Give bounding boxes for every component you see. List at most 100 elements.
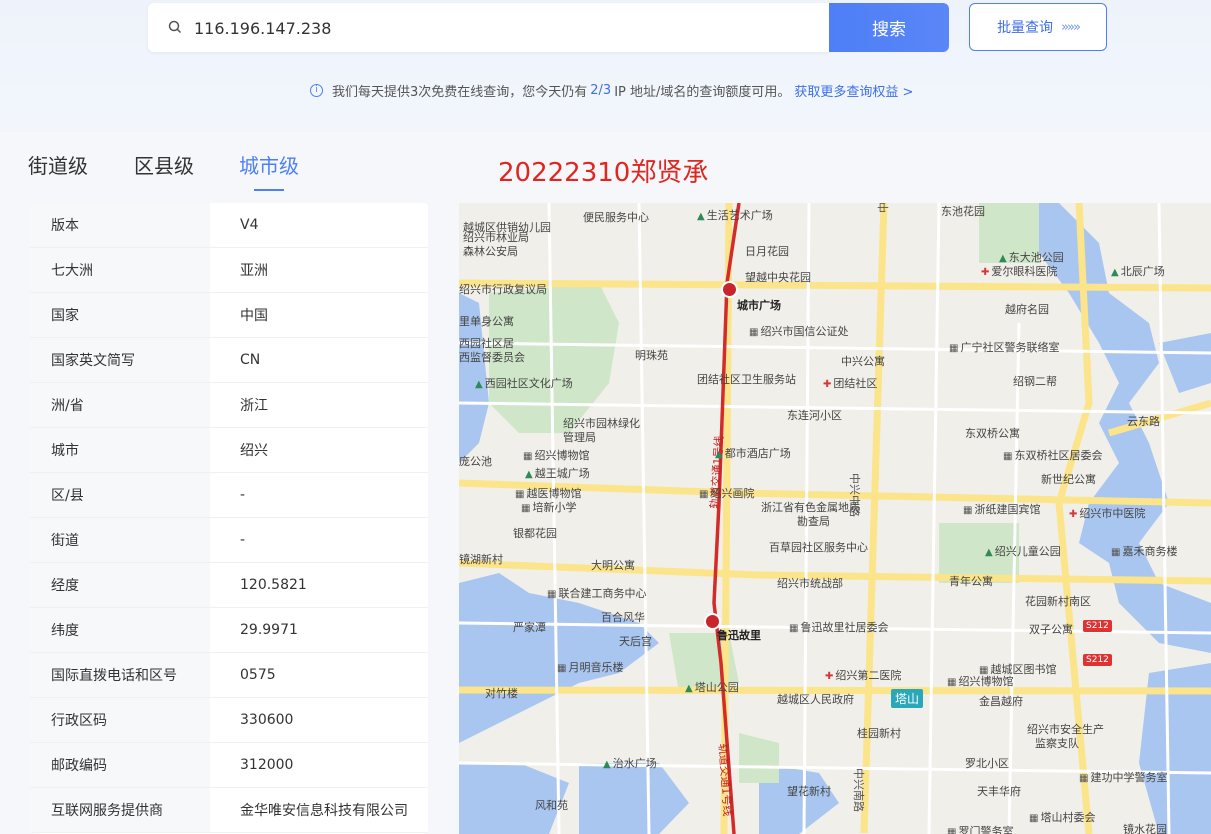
map-poi[interactable]: 百草园社区服务中心	[769, 539, 868, 555]
tab-street[interactable]: 街道级	[28, 150, 88, 179]
map-poi[interactable]: 西监督委员会	[459, 349, 525, 365]
map-poi[interactable]: 望花新村	[787, 783, 831, 799]
map-poi-label: 东双桥公寓	[965, 427, 1020, 440]
map-poi[interactable]: 风和苑	[535, 797, 568, 813]
info-row: 区/县 -	[30, 473, 428, 518]
map-poi-label: 建功中学警务室	[1090, 771, 1168, 784]
map-poi-label: 便民服务中心	[583, 211, 649, 224]
map-poi[interactable]: 天后宫	[619, 633, 652, 649]
search-button[interactable]: 搜索	[829, 3, 949, 52]
map-poi-label: 绍兴第二医院	[835, 669, 902, 682]
map-poi[interactable]: 对竹楼	[485, 685, 518, 701]
map-poi[interactable]: ✚ 团结社区	[823, 375, 877, 391]
building-icon: ▦	[749, 327, 759, 338]
map[interactable]: 中兴中路 中兴中路 中兴南路 轨道交通1号线 轨道交通1号线 S212 S212…	[459, 203, 1211, 834]
map-poi[interactable]: 望越中央花园	[745, 269, 811, 285]
map-poi-label: 西监督委员会	[459, 351, 525, 364]
map-poi[interactable]: ▲ 治水广场	[603, 755, 657, 771]
map-poi[interactable]: ▲ 北辰广场	[1111, 263, 1165, 279]
map-poi[interactable]: 双子公寓	[1029, 621, 1073, 637]
map-poi[interactable]: ▦ 绍兴博物馆	[947, 673, 1013, 689]
map-poi[interactable]: 团结社区卫生服务站	[697, 371, 796, 387]
map-poi[interactable]: 东池花园	[941, 203, 985, 219]
map-poi[interactable]: 庞公池	[459, 453, 492, 469]
map-poi[interactable]: ✚ 绍兴市中医院	[1069, 505, 1145, 521]
map-poi[interactable]: ▲ 西园社区文化广场	[475, 375, 573, 391]
map-poi-label: 越王城广场	[534, 467, 590, 480]
map-poi[interactable]: 便民服务中心	[583, 209, 649, 225]
map-poi[interactable]: ▲ 生活艺术广场	[697, 207, 773, 223]
map-poi[interactable]: ▦ 联合建工商务中心	[547, 585, 646, 601]
map-poi[interactable]: 大明公寓	[591, 557, 635, 573]
map-poi[interactable]: 越府名园	[1005, 301, 1049, 317]
map-poi[interactable]: 桂园新村	[857, 725, 901, 741]
map-poi[interactable]: 新世纪公寓	[1041, 471, 1096, 487]
map-poi[interactable]: ▦ 月明音乐楼	[557, 659, 623, 675]
tab-district[interactable]: 区县级	[134, 150, 194, 179]
map-poi[interactable]: 明珠苑	[635, 347, 668, 363]
map-poi[interactable]: ▲ 越王城广场	[525, 465, 590, 481]
map-poi-label: 都市酒店广场	[724, 447, 791, 460]
map-poi[interactable]: 勘查局	[797, 513, 830, 529]
map-poi-label: 百合风华	[601, 611, 645, 624]
map-poi[interactable]: ▦ 塔山村委会	[1029, 809, 1095, 825]
info-value: 120.5821	[240, 577, 307, 593]
map-poi[interactable]: 银都花园	[513, 525, 557, 541]
map-poi[interactable]: 中兴公寓	[841, 353, 885, 369]
map-poi[interactable]: 严家潭	[513, 619, 546, 635]
map-poi[interactable]: 东双桥公寓	[965, 425, 1020, 441]
map-poi[interactable]: 绍钢二帮	[1013, 373, 1057, 389]
map-poi[interactable]: 罗北小区	[965, 755, 1009, 771]
map-poi[interactable]: ▦ 鲁迅故里社居委会	[789, 619, 888, 635]
info-icon: i	[310, 83, 323, 97]
map-poi[interactable]: ✚ 爱尔眼科医院	[981, 263, 1057, 279]
map-poi[interactable]: ▦ 绍兴画院	[699, 485, 754, 501]
map-poi[interactable]: 绍兴市行政复议局	[459, 281, 547, 297]
map-poi[interactable]: 森林公安局	[463, 243, 518, 259]
building-icon: ▦	[699, 489, 709, 500]
map-poi[interactable]: 花园新村南区	[1025, 593, 1091, 609]
tab-city[interactable]: 城市级	[239, 150, 299, 179]
building-icon: ▦	[963, 505, 973, 516]
batch-query-button[interactable]: 批量查询 »»»	[969, 3, 1107, 51]
map-poi[interactable]: ▲ 都市酒店广场	[715, 445, 791, 461]
map-poi[interactable]: ▦ 广宁社区警务联络室	[949, 339, 1059, 355]
info-key: 城市	[30, 428, 210, 472]
building-icon: ▦	[1029, 813, 1039, 824]
map-poi[interactable]: 日月花园	[745, 243, 789, 259]
map-poi[interactable]: ▦ 浙纸建国宾馆	[963, 501, 1040, 517]
info-row: 国家英文简写 CN	[30, 338, 428, 383]
map-poi[interactable]: ▦ 绍兴博物馆	[523, 447, 589, 463]
tab-active-indicator	[254, 189, 284, 191]
building-icon: ▦	[1111, 547, 1121, 558]
map-poi[interactable]: 监察支队	[1035, 735, 1079, 751]
map-poi[interactable]: 绍兴市统战部	[777, 575, 843, 591]
map-poi[interactable]: ▦ 东双桥社区居委会	[1003, 447, 1102, 463]
map-poi[interactable]: 镜水花园	[1123, 821, 1167, 834]
map-poi[interactable]: ▦ 绍兴市国信公证处	[749, 323, 848, 339]
map-poi[interactable]: 管理局	[563, 429, 596, 445]
map-poi[interactable]: 鲁迅故里	[717, 627, 761, 643]
building-icon: ▦	[1003, 451, 1013, 462]
map-poi[interactable]: 东连河小区	[787, 407, 842, 423]
map-poi[interactable]: 云东路	[1127, 413, 1160, 429]
map-poi[interactable]: ▦ 嘉禾商务楼	[1111, 543, 1177, 559]
map-poi[interactable]: 天丰华府	[977, 783, 1021, 799]
map-poi[interactable]: ▦ 罗门警务室	[947, 823, 1013, 834]
map-poi[interactable]: ▦ 建功中学警务室	[1079, 769, 1167, 785]
map-poi[interactable]: 越城区人民政府	[777, 691, 854, 707]
map-poi[interactable]: 里单身公寓	[459, 313, 514, 329]
building-icon: ▦	[789, 623, 799, 634]
map-poi[interactable]: 城市广场	[737, 297, 781, 313]
map-poi[interactable]: ✚ 绍兴第二医院	[825, 667, 901, 683]
map-poi[interactable]: 镜湖新村	[459, 551, 503, 567]
map-poi[interactable]: ▲ 绍兴儿童公园	[985, 543, 1061, 559]
info-row: 七大洲 亚洲	[30, 248, 428, 293]
map-poi[interactable]: 金昌越府	[979, 693, 1023, 709]
map-poi[interactable]: ▦ 培新小学	[521, 499, 576, 515]
map-poi[interactable]: 百合风华	[601, 609, 645, 625]
map-poi[interactable]: 青年公寓	[949, 573, 993, 589]
map-poi[interactable]: ▲ 塔山公园	[685, 679, 739, 695]
search-input[interactable]	[194, 14, 814, 42]
more-rights-link[interactable]: 获取更多查询权益 >	[794, 81, 913, 100]
